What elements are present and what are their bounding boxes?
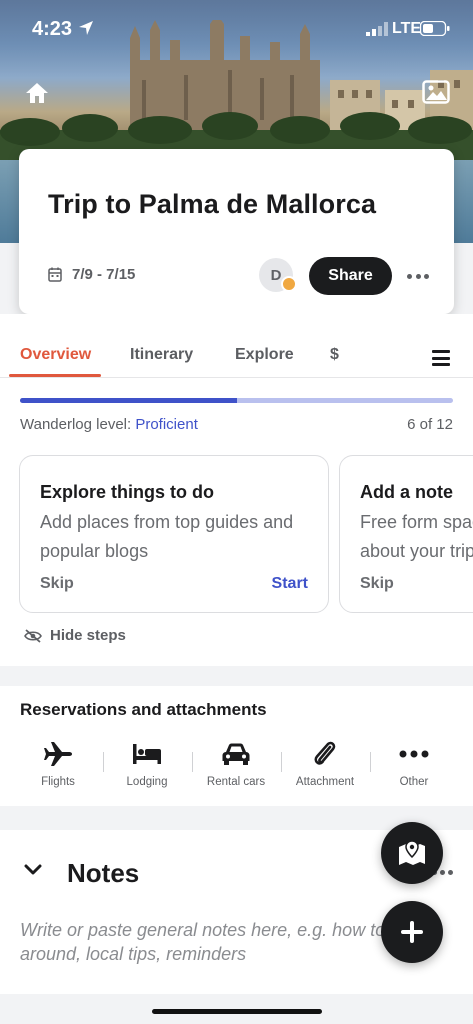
step-card-note[interactable]: Add a note Free form space for anything … [339,455,473,613]
level-value[interactable]: Proficient [135,416,198,433]
reservation-label: Other [399,776,429,788]
hide-steps-button[interactable]: Hide steps [24,627,126,644]
chevron-down-icon[interactable] [24,864,42,876]
step-card-explore[interactable]: Explore things to do Add places from top… [19,455,329,613]
plane-icon [44,742,72,766]
trip-card: Trip to Palma de Mallorca 7/9 - 7/15 D S… [19,149,454,314]
location-arrow-icon [79,21,93,35]
more-icon [399,750,429,758]
battery-icon [420,21,450,36]
image-icon[interactable] [422,80,450,104]
reservation-attachment[interactable]: Attachment [281,738,369,788]
hide-steps-label: Hide steps [50,627,126,644]
add-button[interactable] [381,901,443,963]
more-options-icon[interactable] [407,265,429,287]
reservation-lodging[interactable]: Lodging [103,738,191,788]
home-icon[interactable] [24,80,50,106]
step-title: Explore things to do [40,482,214,502]
status-time: 4:23 [32,18,73,40]
tab-budget[interactable]: $ [330,346,339,364]
step-description: Free form space for anything about your … [360,512,473,561]
reservation-label: Attachment [295,776,355,788]
paperclip-icon [314,741,336,765]
reservation-other[interactable]: Other [370,738,458,788]
network-label: LTE [392,20,422,37]
bed-icon [133,744,161,764]
tab-bar: Overview Itinerary Explore $ [0,338,473,378]
trip-title[interactable]: Trip to Palma de Mallorca [48,189,376,220]
reservations-title: Reservations and attachments [20,700,267,719]
skip-button[interactable]: Skip [40,575,74,593]
menu-icon[interactable] [432,350,450,366]
star-badge-icon [281,276,297,292]
step-description: Add places from top guides and popular b… [40,512,294,561]
start-button[interactable]: Start [272,575,308,593]
trip-dates[interactable]: 7/9 - 7/15 [48,266,135,283]
reservation-flights[interactable]: Flights [14,738,102,788]
level-progress-bar [20,398,453,403]
tab-explore[interactable]: Explore [235,346,294,364]
map-button[interactable] [381,822,443,884]
active-tab-indicator [9,374,101,377]
trip-dates-text: 7/9 - 7/15 [72,266,136,283]
notes-title: Notes [67,858,140,888]
reservations-section: Reservations and attachments Flights Lod… [0,686,473,806]
home-indicator [152,1009,322,1014]
eye-off-icon [24,628,42,643]
reservation-label: Lodging [126,776,168,788]
car-icon [222,743,250,765]
reservation-label: Rental cars [206,776,266,788]
steps-count: 6 of 12 [407,416,453,433]
reservation-label: Flights [41,776,75,788]
status-bar: 4:23 LTE [0,0,473,56]
share-button[interactable]: Share [309,257,392,295]
skip-button[interactable]: Skip [360,575,394,593]
signal-icon [366,22,388,36]
calendar-icon [48,267,62,282]
steps-carousel[interactable]: Explore things to do Add places from top… [0,455,473,615]
tab-itinerary[interactable]: Itinerary [130,346,193,364]
reservation-rental-cars[interactable]: Rental cars [192,738,280,788]
tab-overview[interactable]: Overview [20,346,91,364]
plus-icon [401,921,423,943]
map-icon [399,840,425,865]
wanderlog-level: Wanderlog level: Proficient [20,416,198,433]
step-title: Add a note [360,482,453,502]
